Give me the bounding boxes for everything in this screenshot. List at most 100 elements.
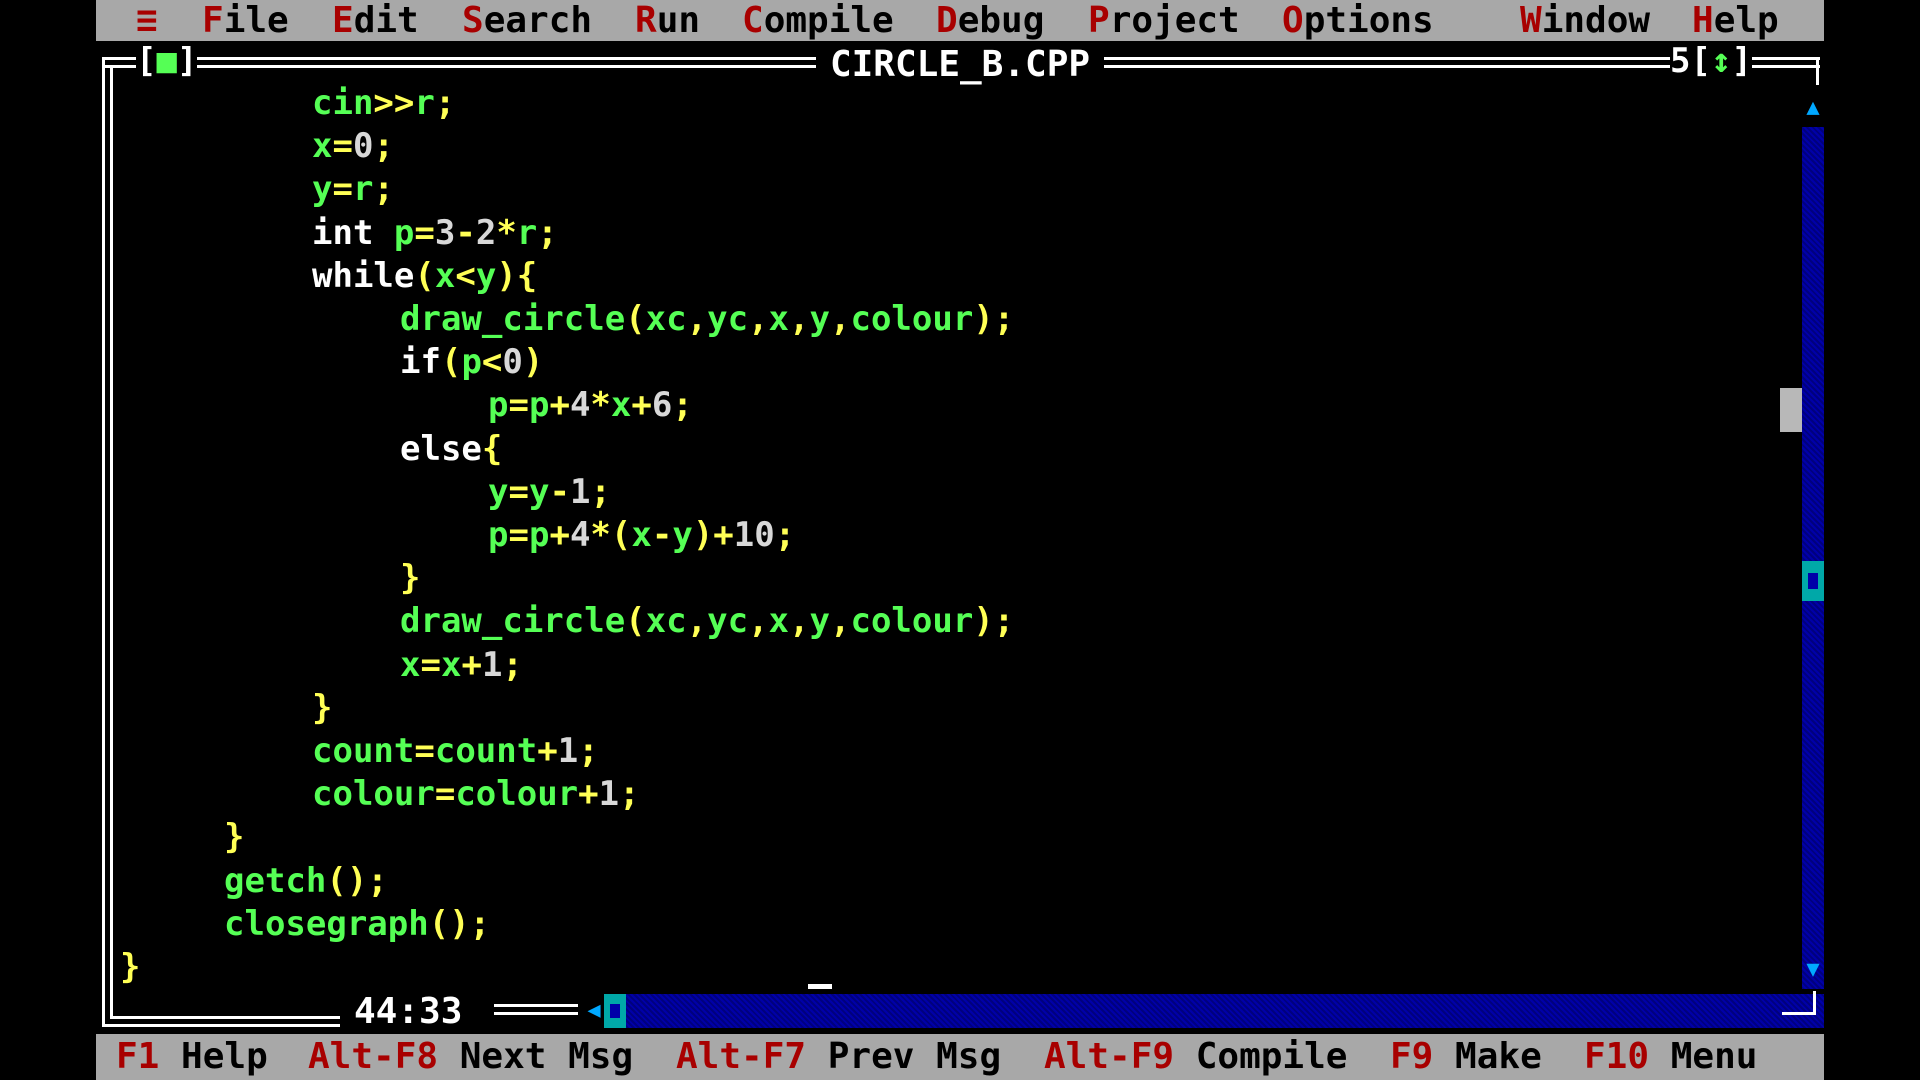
menu-file[interactable]: File xyxy=(202,0,289,41)
menu-compile[interactable]: Compile xyxy=(742,0,894,41)
code-token: ( xyxy=(414,255,435,296)
status-make[interactable]: F9 Make xyxy=(1390,1034,1542,1080)
status-key: F10 xyxy=(1584,1036,1650,1077)
status-key: F9 xyxy=(1390,1036,1434,1077)
scroll-down-arrow-icon[interactable]: ▼ xyxy=(1802,959,1824,981)
code-token: 1 xyxy=(598,774,620,815)
scroll-up-arrow-icon[interactable]: ▲ xyxy=(1802,97,1824,119)
code-token: < xyxy=(455,255,476,296)
status-label: Make xyxy=(1455,1036,1542,1077)
status-compile[interactable]: Alt-F9 Compile xyxy=(1044,1034,1347,1080)
menu-hotkey: O xyxy=(1282,0,1304,41)
code-line: count=count+1; xyxy=(312,730,599,773)
horizontal-scroll-thumb[interactable] xyxy=(604,994,626,1028)
status-label: Help xyxy=(181,1036,268,1077)
menu-search[interactable]: Search xyxy=(462,0,592,41)
code-token: x xyxy=(440,644,462,685)
menu-label: indow xyxy=(1541,0,1651,41)
code-token: + xyxy=(537,731,558,771)
code-editor[interactable]: cin>>r; x=0; y=r; int p=3-2*r; while(x<y){dr… xyxy=(120,82,1760,1028)
horizontal-scrollbar[interactable] xyxy=(604,994,1824,1028)
code-token: } xyxy=(312,687,333,728)
menu-hotkey: H xyxy=(1692,0,1714,41)
menu-edit[interactable]: Edit xyxy=(332,0,419,41)
code-token: , xyxy=(686,299,708,339)
code-token: colour xyxy=(850,299,974,339)
code-token: r xyxy=(516,212,538,253)
zoom-box-left: [ xyxy=(1690,41,1711,81)
status-key: Alt-F7 xyxy=(676,1036,807,1077)
menu-label: earch xyxy=(483,0,593,41)
status-menu[interactable]: F10 Menu xyxy=(1584,1034,1757,1080)
code-token: + xyxy=(578,774,599,815)
menu-help[interactable]: Help xyxy=(1692,0,1779,41)
status-help[interactable]: F1 Help xyxy=(116,1034,268,1080)
menu-window[interactable]: Window xyxy=(1520,0,1650,41)
menu-run[interactable]: Run xyxy=(635,0,700,41)
code-token: r xyxy=(414,83,435,123)
menu-debug[interactable]: Debug xyxy=(936,0,1044,41)
code-token: x xyxy=(768,299,790,339)
system-menu-icon[interactable]: ≡ xyxy=(136,0,158,41)
menu-hotkey: W xyxy=(1520,0,1542,41)
code-token: p xyxy=(528,385,550,426)
code-token: ; xyxy=(537,212,558,253)
menu-label: ile xyxy=(223,0,289,41)
code-token: 1 xyxy=(569,471,591,512)
code-token: cin xyxy=(312,83,374,123)
editor-window: CIRCLE_B.CPP [■] 5[↕] cin>>r; x=0; y=r; int… xyxy=(96,41,1824,1034)
status-label: Menu xyxy=(1670,1036,1758,1077)
code-token: y xyxy=(475,255,497,296)
zoom-box-right: ] xyxy=(1731,41,1752,81)
window-title: CIRCLE_B.CPP xyxy=(815,44,1105,85)
code-line: x=x+1; xyxy=(400,644,523,687)
code-token: } xyxy=(400,558,421,599)
code-token: y xyxy=(528,471,550,512)
window-number: 5 xyxy=(1670,41,1691,81)
scroll-left-arrow-icon[interactable]: ◀ xyxy=(584,994,604,1028)
menu-options[interactable]: Options xyxy=(1282,0,1434,41)
code-token: = xyxy=(414,212,435,253)
code-token: 1 xyxy=(481,644,503,685)
close-box[interactable]: [■] xyxy=(136,41,198,81)
code-token: 4 xyxy=(569,515,591,555)
code-line: while(x<y){ xyxy=(312,255,537,298)
code-token: 4 xyxy=(569,385,591,426)
zoom-box[interactable]: [↕] xyxy=(1690,41,1751,81)
code-token: , xyxy=(748,601,769,642)
menu-label: un xyxy=(656,0,701,41)
code-token: 10 xyxy=(733,515,775,555)
code-token: , xyxy=(748,299,769,339)
code-token: draw_circle xyxy=(400,299,626,339)
menu-project[interactable]: Project xyxy=(1088,0,1240,41)
code-line: } xyxy=(312,687,332,730)
code-line: if(p<0) xyxy=(400,341,543,384)
code-line: y=r; xyxy=(312,168,394,211)
menu-label: ptions xyxy=(1303,0,1434,41)
code-token: y xyxy=(809,299,830,339)
cursor-position: 44:33 xyxy=(340,990,477,1034)
frame-left-outer xyxy=(102,57,105,1027)
menu-hotkey: E xyxy=(332,0,354,41)
zoom-icon: ↕ xyxy=(1710,41,1732,81)
code-token: (); xyxy=(428,903,491,944)
code-token: ); xyxy=(973,299,1015,339)
code-token: , xyxy=(686,601,708,642)
code-line: cin>>r; xyxy=(312,82,455,125)
frame-left-inner xyxy=(110,65,113,1019)
status-prev-msg[interactable]: Alt-F7 Prev Msg xyxy=(676,1034,1001,1080)
text-cursor xyxy=(808,984,832,989)
code-token: ; xyxy=(672,385,693,426)
code-token: = xyxy=(434,774,456,815)
vertical-scroll-thumb[interactable] xyxy=(1802,561,1824,601)
vertical-scrollbar[interactable] xyxy=(1802,127,1824,989)
code-line: y=y-1; xyxy=(488,471,611,514)
code-line: draw_circle(xc,yc,x,y,colour); xyxy=(400,600,1014,643)
code-token: draw_circle xyxy=(400,601,626,642)
code-token: int xyxy=(312,212,394,253)
code-token: * xyxy=(590,385,611,426)
menu-hotkey: R xyxy=(635,0,657,41)
status-next-msg[interactable]: Alt-F8 Next Msg xyxy=(308,1034,633,1080)
code-token: colour xyxy=(850,601,974,642)
code-token: x xyxy=(434,255,456,296)
